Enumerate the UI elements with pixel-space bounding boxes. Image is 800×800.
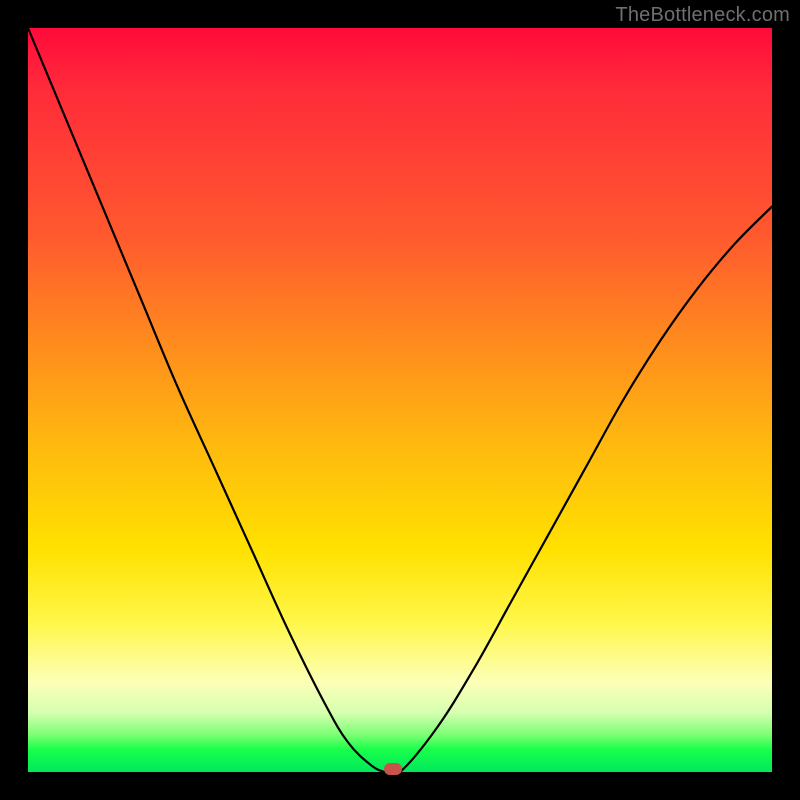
optimal-point-marker (384, 763, 402, 775)
watermark-text: TheBottleneck.com (615, 4, 790, 27)
plot-area (28, 28, 772, 772)
bottleneck-curve (28, 28, 772, 772)
chart-frame: TheBottleneck.com (0, 0, 800, 800)
